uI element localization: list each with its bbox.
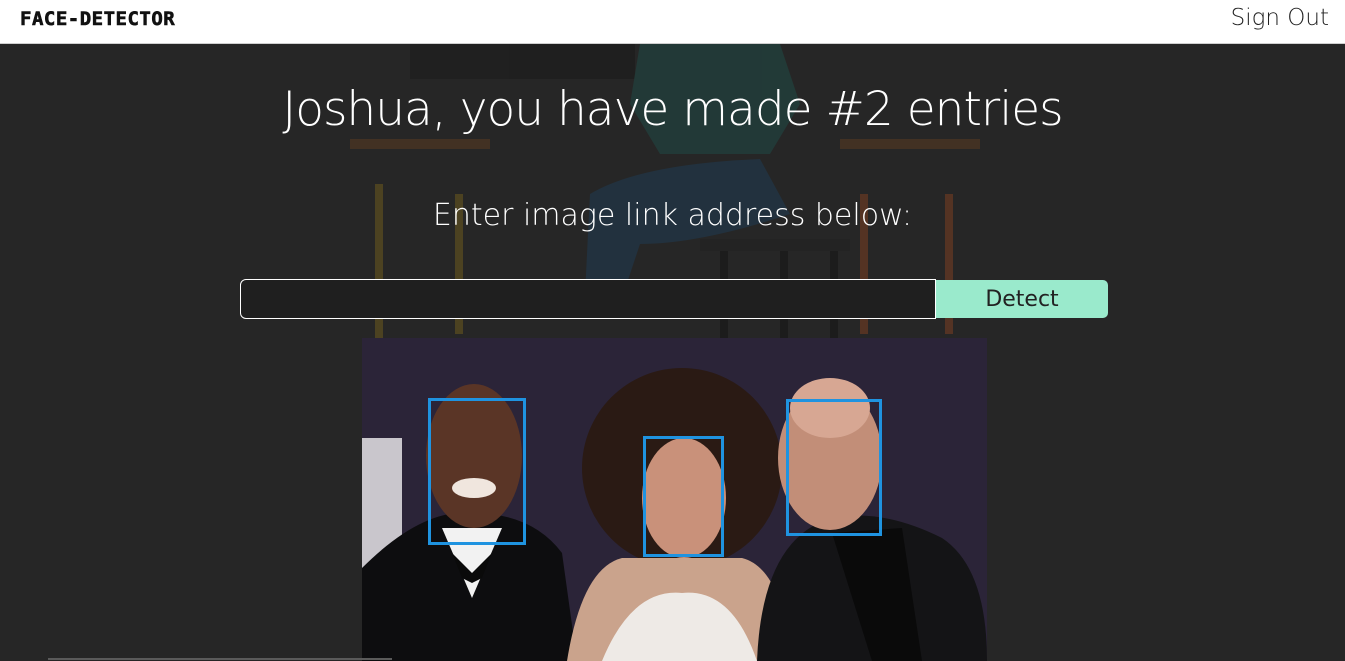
- top-navbar: FACE-DETECTOR Sign Out: [0, 0, 1345, 44]
- sign-out-link[interactable]: Sign Out: [1231, 5, 1329, 31]
- app-logo: FACE-DETECTOR: [20, 8, 176, 31]
- face-box-right: [786, 399, 882, 536]
- horizontal-scrollbar[interactable]: [48, 658, 392, 660]
- instruction-text: Enter image link address below:: [432, 198, 913, 233]
- image-url-input[interactable]: [240, 279, 936, 319]
- detect-button[interactable]: Detect: [936, 280, 1108, 318]
- face-box-middle: [643, 436, 724, 557]
- face-box-left: [428, 398, 526, 545]
- entries-headline: Joshua, you have made #2 entries: [282, 82, 1063, 137]
- result-image: [362, 338, 987, 661]
